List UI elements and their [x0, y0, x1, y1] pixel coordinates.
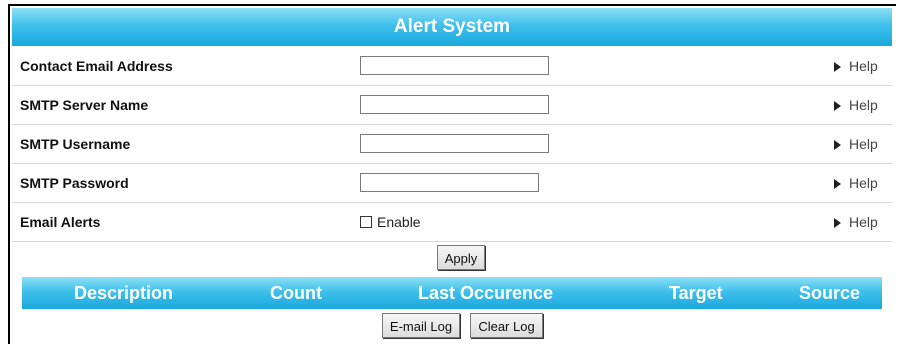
help-label: Help — [849, 175, 878, 191]
alert-system-panel: Alert System Contact Email Address Help … — [8, 4, 896, 344]
clear-log-button[interactable]: Clear Log — [470, 313, 543, 338]
enable-checkbox-group[interactable]: Enable — [360, 203, 421, 241]
column-header-source: Source — [799, 283, 861, 303]
contact-email-label: Contact Email Address — [20, 58, 173, 74]
smtp-username-row: SMTP Username Help — [12, 125, 892, 164]
help-link-contact-email[interactable]: Help — [834, 47, 878, 85]
smtp-password-input[interactable] — [360, 173, 539, 192]
smtp-server-label: SMTP Server Name — [20, 97, 149, 113]
help-link-smtp-password[interactable]: Help — [834, 164, 878, 202]
triangle-right-icon — [834, 101, 841, 111]
column-header-last-occurence: Last Occurence — [418, 283, 554, 303]
smtp-server-input[interactable] — [360, 95, 549, 114]
help-label: Help — [849, 214, 878, 230]
column-header-count: Count — [270, 283, 322, 303]
help-label: Help — [849, 58, 878, 74]
triangle-right-icon — [834, 62, 841, 72]
log-actions-row: E-mail Log Clear Log — [22, 309, 882, 344]
column-header-description: Description — [74, 283, 174, 303]
contact-email-input[interactable] — [360, 56, 549, 75]
log-table-header: Description Count Last Occurence Target … — [22, 277, 882, 309]
help-label: Help — [849, 97, 878, 113]
help-label: Help — [849, 136, 878, 152]
apply-row: Apply — [12, 242, 892, 276]
contact-email-row: Contact Email Address Help — [12, 47, 892, 86]
enable-checkbox-label: Enable — [377, 214, 421, 230]
help-link-smtp-server[interactable]: Help — [834, 86, 878, 124]
help-link-smtp-username[interactable]: Help — [834, 125, 878, 163]
smtp-password-label: SMTP Password — [20, 175, 129, 191]
smtp-username-label: SMTP Username — [20, 136, 131, 152]
help-link-email-alerts[interactable]: Help — [834, 203, 878, 241]
panel-title: Alert System — [12, 8, 892, 46]
smtp-password-row: SMTP Password Help — [12, 164, 892, 203]
email-alerts-label: Email Alerts — [20, 214, 101, 230]
apply-button[interactable]: Apply — [437, 245, 485, 270]
email-alerts-row: Email Alerts Enable Help — [12, 203, 892, 242]
smtp-username-input[interactable] — [360, 134, 549, 153]
column-header-target: Target — [669, 283, 723, 303]
triangle-right-icon — [834, 218, 841, 228]
enable-checkbox[interactable] — [360, 216, 372, 228]
email-log-button[interactable]: E-mail Log — [382, 313, 460, 338]
triangle-right-icon — [834, 140, 841, 150]
smtp-server-row: SMTP Server Name Help — [12, 86, 892, 125]
triangle-right-icon — [834, 179, 841, 189]
